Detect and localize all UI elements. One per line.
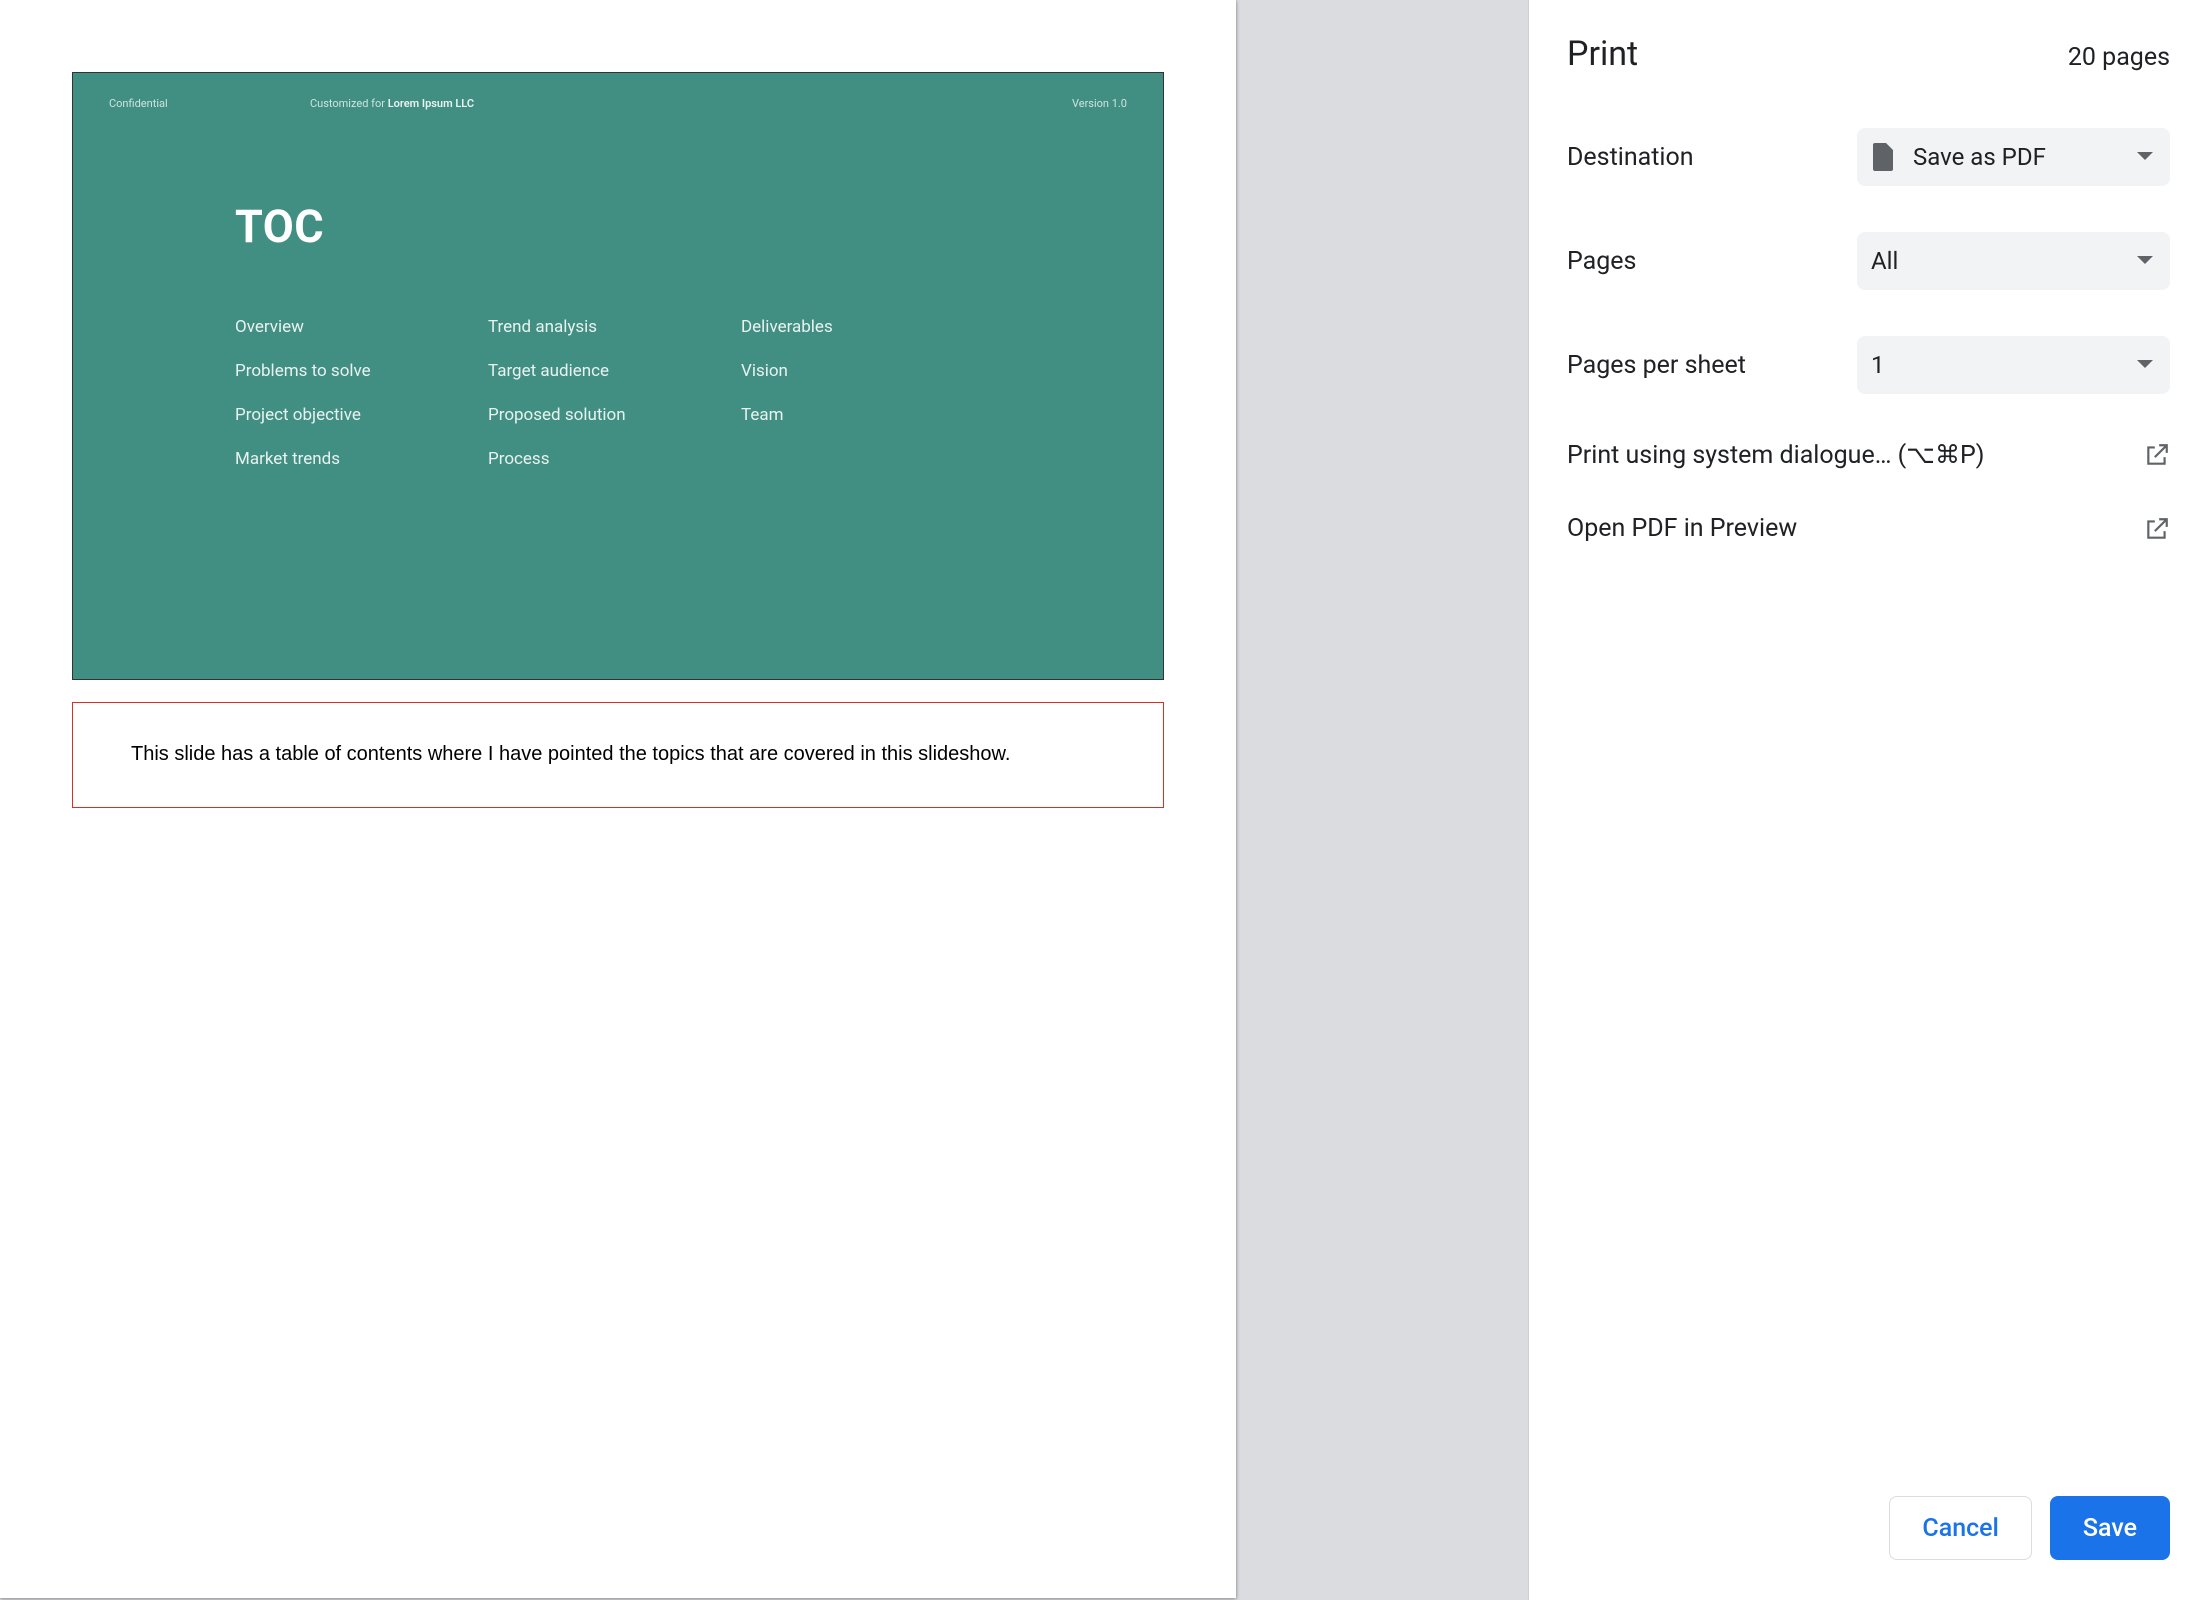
toc-item: Overview	[235, 317, 488, 337]
system-dialog-link[interactable]: Print using system dialogue… (⌥⌘P)	[1567, 440, 2170, 470]
destination-dropdown[interactable]: Save as PDF	[1857, 128, 2170, 186]
pps-dropdown[interactable]: 1	[1857, 336, 2170, 394]
external-link-icon	[2144, 516, 2170, 542]
chevron-down-icon	[2136, 151, 2154, 163]
chevron-down-icon	[2136, 255, 2154, 267]
print-preview-area: Confidential Customized for Lorem Ipsum …	[0, 0, 1528, 1600]
toc-item: Team	[741, 405, 994, 425]
speaker-notes: This slide has a table of contents where…	[72, 702, 1164, 808]
slide-header-left: Confidential	[109, 97, 168, 110]
toc-item: Target audience	[488, 361, 741, 381]
system-dialog-label: Print using system dialogue… (⌥⌘P)	[1567, 440, 1984, 470]
pps-value: 1	[1871, 351, 1885, 379]
toc-item: Market trends	[235, 449, 488, 469]
toc-col-1: Overview Problems to solve Project objec…	[235, 317, 488, 469]
open-preview-label: Open PDF in Preview	[1567, 514, 1797, 543]
slide-header: Confidential Customized for Lorem Ipsum …	[109, 97, 1127, 110]
file-icon	[1871, 143, 1895, 171]
toc-item: Project objective	[235, 405, 488, 425]
pps-label: Pages per sheet	[1567, 351, 1857, 380]
destination-label: Destination	[1567, 143, 1857, 172]
save-button[interactable]: Save	[2050, 1496, 2170, 1560]
slide-thumbnail: Confidential Customized for Lorem Ipsum …	[72, 72, 1164, 680]
toc-columns: Overview Problems to solve Project objec…	[235, 317, 1127, 469]
toc-item: Trend analysis	[488, 317, 741, 337]
print-sidebar: Print 20 pages Destination Save as PDF P…	[1528, 0, 2208, 1600]
option-row-pages: Pages All	[1567, 232, 2170, 290]
slide-header-mid: Customized for Lorem Ipsum LLC	[310, 97, 474, 110]
page-count: 20 pages	[2068, 43, 2170, 72]
toc-col-3: Deliverables Vision Team	[741, 317, 994, 469]
toc-item: Deliverables	[741, 317, 994, 337]
sidebar-header: Print 20 pages	[1567, 34, 2170, 74]
toc-item: Process	[488, 449, 741, 469]
sidebar-footer: Cancel Save	[1529, 1472, 2208, 1600]
pages-label: Pages	[1567, 247, 1857, 276]
option-row-destination: Destination Save as PDF	[1567, 128, 2170, 186]
toc-item: Proposed solution	[488, 405, 741, 425]
cancel-button[interactable]: Cancel	[1889, 1496, 2032, 1560]
toc-item: Vision	[741, 361, 994, 381]
slide-title: TOC	[235, 200, 1127, 253]
toc-col-2: Trend analysis Target audience Proposed …	[488, 317, 741, 469]
option-row-pages-per-sheet: Pages per sheet 1	[1567, 336, 2170, 394]
external-link-icon	[2144, 442, 2170, 468]
preview-page: Confidential Customized for Lorem Ipsum …	[0, 0, 1236, 1598]
pages-dropdown[interactable]: All	[1857, 232, 2170, 290]
slide-header-right: Version 1.0	[1072, 97, 1127, 110]
sidebar-title: Print	[1567, 34, 1638, 74]
pages-value: All	[1871, 247, 1898, 275]
chevron-down-icon	[2136, 359, 2154, 371]
destination-value: Save as PDF	[1913, 143, 2046, 171]
open-preview-link[interactable]: Open PDF in Preview	[1567, 514, 2170, 543]
toc-item: Problems to solve	[235, 361, 488, 381]
